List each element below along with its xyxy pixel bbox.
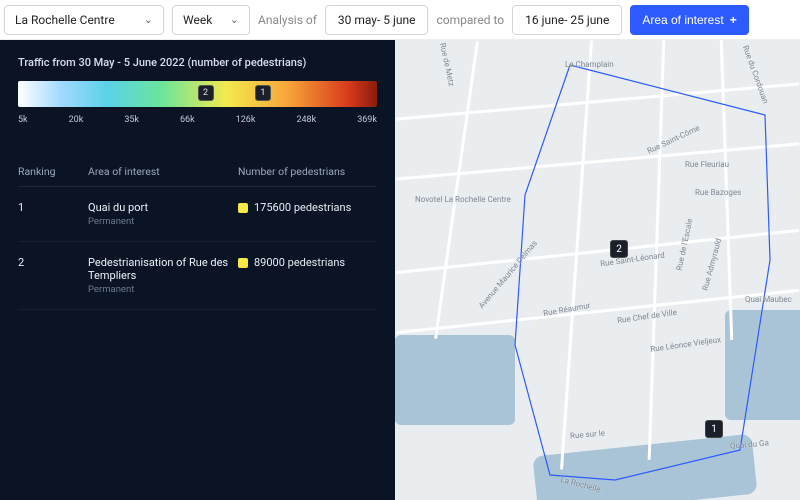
row-area-name: Quai du port [88,201,238,214]
street-label: Rue Fleuriau [685,160,729,169]
legend-tick: 35k [124,115,139,125]
compared-to-label: compared to [436,13,504,27]
legend-tick: 5k [18,115,28,125]
legend-tick: 369k [357,115,377,125]
chevron-down-icon: ⌄ [230,13,239,26]
row-count: 175600 pedestrians [254,201,351,214]
left-panel: Traffic from 30 May - 5 June 2022 (numbe… [0,40,395,500]
legend-tick: 126k [236,115,256,125]
legend-ticks: 5k 20k 35k 66k 126k 248k 369k [18,115,377,125]
street-label: Quai Maubec [745,295,792,304]
row-rank: 2 [18,256,88,269]
legend-tick: 66k [180,115,195,125]
location-select-label: La Rochelle Centre [15,13,115,27]
analysis-of-label: Analysis of [258,13,317,27]
timeframe-select[interactable]: Week ⌄ [172,5,250,35]
top-toolbar: La Rochelle Centre ⌄ Week ⌄ Analysis of … [0,0,800,40]
row-area-status: Permanent [88,284,238,295]
period-a-label: 30 may- 5 june [338,13,416,27]
color-swatch-icon [238,258,248,268]
period-b-label: 16 june- 25 june [525,13,609,27]
main-content: Traffic from 30 May - 5 June 2022 (numbe… [0,40,800,500]
ranking-row[interactable]: 2 Pedestrianisation of Rue des Templiers… [18,242,377,310]
legend-marker-2: 2 [198,85,214,101]
map-marker-1[interactable]: 1 [705,420,723,438]
map-viewport[interactable]: 1 2 Rue de MetzLe ChamplainRue du Cordou… [395,40,800,500]
row-area-status: Permanent [88,216,238,227]
map-marker-label: 2 [616,244,622,255]
add-area-of-interest-button[interactable]: Area of interest + [630,5,748,35]
row-count: 89000 pedestrians [254,256,345,269]
ranking-row[interactable]: 1 Quai du port Permanent 175600 pedestri… [18,187,377,242]
color-legend: 2 1 5k 20k 35k 66k 126k 248k 369k [18,81,377,137]
ranking-table-header: Ranking Area of interest Number of pedes… [18,155,377,187]
aoi-button-label: Area of interest [642,13,723,27]
location-select[interactable]: La Rochelle Centre ⌄ [4,5,164,35]
color-swatch-icon [238,203,248,213]
col-header-rank: Ranking [18,165,88,178]
period-b-picker[interactable]: 16 june- 25 june [512,5,622,35]
legend-marker-1: 1 [255,85,271,101]
map-marker-label: 1 [711,424,717,435]
col-header-count: Number of pedestrians [238,165,377,178]
legend-tick: 20k [69,115,84,125]
row-area-name: Pedestrianisation of Rue des Templiers [88,256,238,282]
chevron-down-icon: ⌄ [144,13,153,26]
street-label: Rue Bazoges [695,188,741,197]
panel-title: Traffic from 30 May - 5 June 2022 (numbe… [18,56,377,69]
plus-icon: + [730,13,737,27]
timeframe-select-label: Week [183,13,212,27]
row-rank: 1 [18,201,88,214]
street-label: Novotel La Rochelle Centre [415,195,511,204]
street-label: Le Champlain [565,60,614,69]
col-header-area: Area of interest [88,165,238,178]
period-a-picker[interactable]: 30 may- 5 june [325,5,429,35]
legend-gradient: 2 1 [18,81,377,107]
legend-tick: 248k [296,115,316,125]
